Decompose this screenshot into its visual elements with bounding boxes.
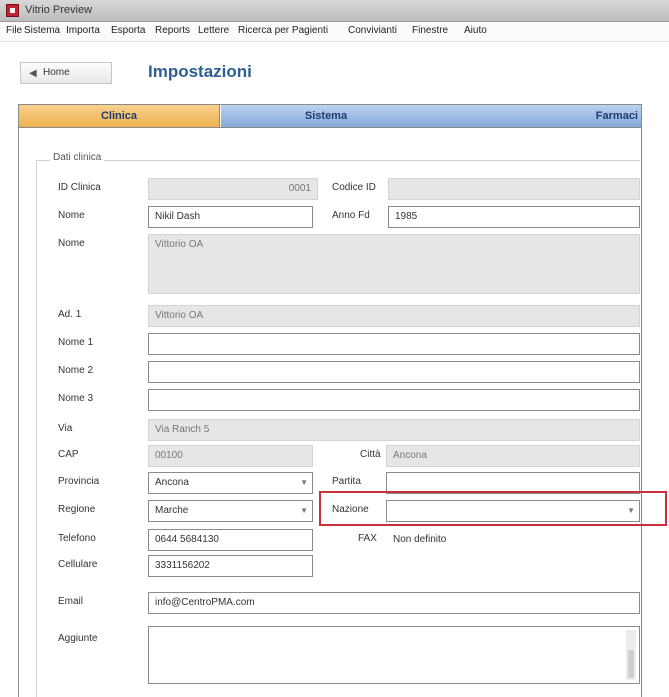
menu-file[interactable]: File — [6, 25, 22, 36]
menu-reports[interactable]: Reports — [155, 25, 190, 36]
cellulare-label: Cellulare — [58, 559, 98, 570]
adrl-field: Vittorio OA — [148, 305, 640, 327]
scrollbar-thumb[interactable] — [628, 650, 634, 678]
menu-esporta[interactable]: Esporta — [111, 25, 145, 36]
anno-label: Anno Fd — [332, 210, 370, 221]
toolbar: ◀ Home Impostazioni — [0, 42, 669, 100]
ragione-field: Vittorio OA — [148, 234, 640, 294]
page-title: Impostazioni — [148, 62, 252, 81]
telefono-label: Telefono — [58, 533, 96, 544]
regione-label: Regione — [58, 504, 96, 515]
provincia-label: Provincia — [58, 476, 100, 487]
cap-field: 00100 — [148, 445, 313, 467]
menu-bar: File Sistema Importa Esporta Reports Let… — [0, 22, 669, 42]
menu-finestre[interactable]: Finestre — [412, 25, 448, 36]
menu-lettere[interactable]: Lettere — [198, 25, 229, 36]
window-title: Vitrio Preview — [25, 4, 93, 16]
ragione-label: Nome — [58, 238, 85, 249]
cap-label: CAP — [58, 449, 79, 460]
aggiunte-scrollbar[interactable] — [626, 630, 636, 680]
tab-bar: Clinica Sistema Farmaci — [18, 104, 642, 128]
home-button-label: Home — [43, 67, 70, 78]
id-clinica-label: ID Clinica — [58, 182, 101, 193]
nome-label: Nome — [58, 210, 85, 221]
via-label: Via — [58, 423, 73, 434]
anno-field[interactable]: 1985 — [388, 206, 640, 228]
fax-label: FAX — [358, 533, 377, 544]
nome1-label: Nome 1 — [58, 337, 94, 348]
partita-label: Partita — [332, 476, 361, 487]
regione-value: Marche — [155, 505, 189, 516]
tab-sistema[interactable]: Sistema — [221, 105, 431, 127]
app-icon — [6, 4, 19, 17]
via-field: Via Ranch 5 — [148, 419, 640, 441]
id-clinica-field: 0001 — [148, 178, 318, 200]
aggiunte-label: Aggiunte — [58, 633, 98, 644]
home-button[interactable]: ◀ Home — [20, 62, 112, 84]
codice-id-label: Codice ID — [332, 182, 376, 193]
title-bar: Vitrio Preview — [0, 0, 669, 22]
menu-importa[interactable]: Importa — [66, 25, 100, 36]
fax-field[interactable]: Non definito — [386, 529, 640, 551]
citta-label: Città — [360, 449, 381, 460]
tab-clinica[interactable]: Clinica — [19, 105, 220, 127]
provincia-select[interactable]: Ancona ▼ — [148, 472, 313, 494]
nome2-label: Nome 2 — [58, 365, 94, 376]
regione-select[interactable]: Marche ▼ — [148, 500, 313, 522]
chevron-down-icon: ▼ — [300, 478, 308, 487]
menu-sistema[interactable]: Sistema — [24, 25, 60, 36]
menu-convivianti[interactable]: Convivianti — [348, 25, 397, 36]
telefono-field[interactable]: 0644 5684130 — [148, 529, 313, 551]
cellulare-field[interactable]: 3331156202 — [148, 555, 313, 577]
citta-field: Ancona — [386, 445, 640, 467]
aggiunte-field[interactable] — [148, 626, 640, 684]
chevron-down-icon: ▼ — [300, 506, 308, 515]
adrl-label: Ad. 1 — [58, 309, 82, 320]
menu-aiuto[interactable]: Aiuto — [464, 25, 487, 36]
codice-id-field — [388, 178, 640, 200]
provincia-value: Ancona — [155, 477, 189, 488]
nome2-field[interactable] — [148, 361, 640, 383]
email-field[interactable]: info@CentroPMA.com — [148, 592, 640, 614]
nome1-field[interactable] — [148, 333, 640, 355]
nome-field[interactable]: Nikil Dash — [148, 206, 313, 228]
email-label: Email — [58, 596, 84, 607]
nome3-label: Nome 3 — [58, 393, 94, 404]
back-icon: ◀ — [29, 68, 37, 79]
nome3-field[interactable] — [148, 389, 640, 411]
menu-ricerca[interactable]: Ricerca per Pagienti — [238, 25, 328, 36]
group-title: Dati clinica — [50, 152, 105, 163]
tab-farmaci[interactable]: Farmaci — [431, 105, 641, 127]
nazione-highlight — [319, 491, 667, 526]
